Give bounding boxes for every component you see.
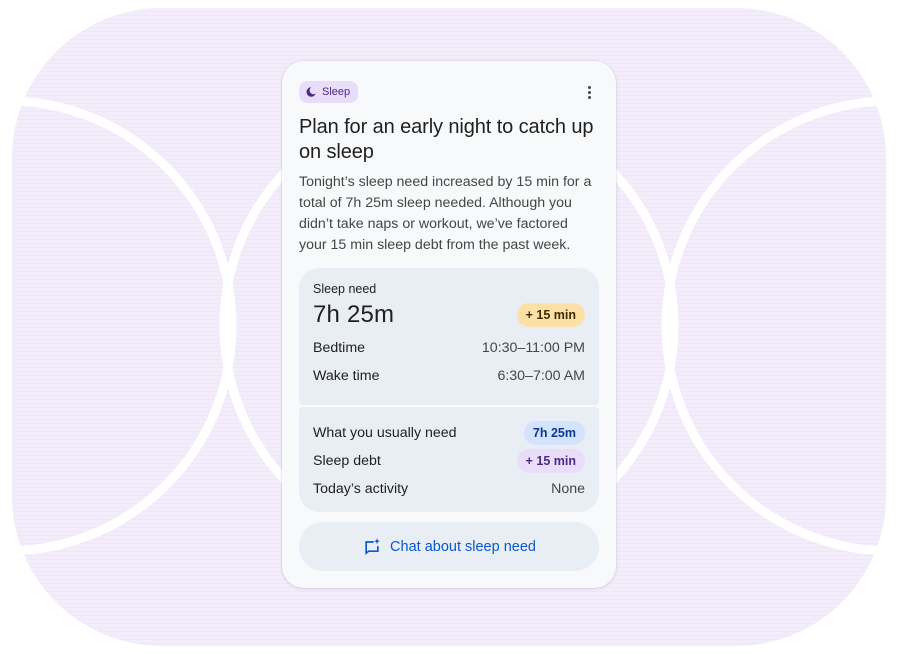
bedtime-value: 10:30–11:00 PM [481, 340, 585, 356]
card-description: Tonight’s sleep need increased by 15 min… [299, 174, 592, 253]
wake-time-value: 6:30–7:00 AM [497, 368, 585, 384]
breakdown-panel: What you usually need 7h 25m Sleep debt … [299, 407, 599, 512]
wake-time-row: Wake time 6:30–7:00 AM [313, 362, 585, 390]
sleep-debt-label: Sleep debt [313, 453, 381, 469]
sleep-need-value-row: 7h 25m + 15 min [313, 300, 585, 330]
sleep-need-panel: Sleep need 7h 25m + 15 min Bedtime 10:30… [299, 268, 599, 405]
bedtime-row: Bedtime 10:30–11:00 PM [313, 334, 585, 362]
chip-label: Sleep [322, 86, 351, 98]
sleep-debt-row: Sleep debt + 15 min [313, 447, 585, 475]
sleep-debt-badge: + 15 min [516, 449, 585, 473]
activity-label: Today’s activity [313, 481, 409, 497]
more-vert-icon [587, 85, 591, 89]
change-badge: + 15 min [516, 303, 585, 327]
moon-icon [306, 87, 316, 97]
sleep-need-label: Sleep need [313, 282, 377, 296]
chat-button-label: Chat about sleep need [390, 538, 536, 555]
wake-time-label: Wake time [313, 368, 380, 384]
card-header: Sleep [299, 81, 599, 103]
sleep-need-value: 7h 25m [313, 301, 395, 328]
sleep-card: Sleep Plan for an early night to catch u… [282, 61, 616, 588]
activity-value: None [551, 481, 585, 497]
sleep-chip: Sleep [299, 81, 359, 103]
usual-need-badge: 7h 25m [523, 421, 585, 445]
card-title: Plan for an early night to catch up on s… [299, 116, 594, 163]
chat-about-sleep-need-button[interactable]: Chat about sleep need [299, 522, 599, 571]
usual-need-row: What you usually need 7h 25m [313, 419, 585, 447]
more-options-button[interactable] [579, 81, 599, 103]
activity-row: Today’s activity None [313, 475, 585, 503]
usual-need-label: What you usually need [313, 425, 457, 441]
bedtime-label: Bedtime [313, 340, 366, 356]
chat-spark-icon [365, 537, 380, 555]
